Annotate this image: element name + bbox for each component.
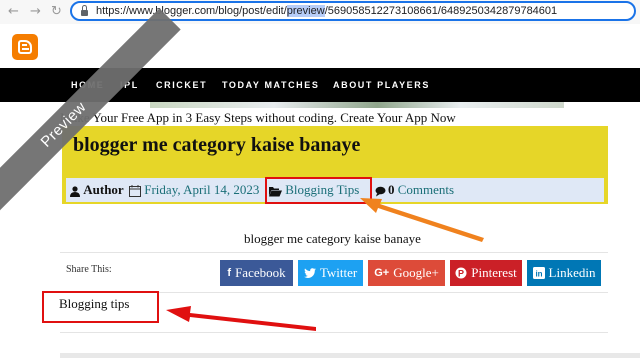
twitter-icon xyxy=(303,268,316,278)
forward-arrow-icon[interactable]: → xyxy=(30,3,41,21)
facebook-share-label: Facebook xyxy=(235,265,286,280)
post-date-text: Friday, April 14, 2023 xyxy=(144,182,260,197)
menu-item-today-matches[interactable]: TODAY MATCHES xyxy=(222,80,319,90)
twitter-share-button[interactable]: Twitter xyxy=(298,260,363,286)
comments-icon xyxy=(375,186,386,197)
comments-label: Comments xyxy=(397,182,455,197)
pinterest-share-button[interactable]: P Pinterest xyxy=(450,260,522,286)
linkedin-icon: in xyxy=(532,267,545,279)
post-date[interactable]: Friday, April 14, 2023 xyxy=(129,182,259,198)
google-plus-icon: G+ xyxy=(374,267,390,279)
post-comments[interactable]: 0 Comments xyxy=(375,182,454,198)
footer-strip xyxy=(60,353,640,358)
divider xyxy=(60,332,608,333)
facebook-icon: f xyxy=(227,267,232,279)
post-author-name: Author xyxy=(83,182,124,197)
post-body: blogger me category kaise banaye xyxy=(244,231,421,246)
facebook-share-button[interactable]: f Facebook xyxy=(220,260,293,286)
divider xyxy=(60,252,608,253)
reload-icon[interactable]: ↻ xyxy=(51,3,62,21)
linkedin-share-label: Linkedin xyxy=(548,265,596,280)
lock-icon xyxy=(81,4,88,16)
menu-item-cricket[interactable]: CRICKET xyxy=(156,80,207,90)
googleplus-share-label: Google+ xyxy=(393,265,439,280)
back-arrow-icon[interactable]: ← xyxy=(8,3,19,21)
url-suffix: /5690585122731086​61/6489250342879784601 xyxy=(324,5,558,17)
pinterest-share-label: Pinterest xyxy=(471,265,517,280)
promo-text[interactable]: Make Your Free App in 3 Easy Steps witho… xyxy=(60,110,456,126)
red-arrow xyxy=(166,306,316,331)
blogger-logo-icon[interactable] xyxy=(12,34,38,60)
share-label: Share This: xyxy=(66,264,112,275)
pinterest-icon: P xyxy=(455,267,467,279)
calendar-icon xyxy=(129,185,141,198)
svg-text:in: in xyxy=(535,270,542,279)
googleplus-share-button[interactable]: G+ Google+ xyxy=(368,260,445,286)
url-highlight: preview xyxy=(286,5,325,17)
browser-toolbar: ← → ↻ https://www.blogger.com/blog/post/… xyxy=(0,0,640,24)
menu-item-about-players[interactable]: ABOUT PLAYERS xyxy=(333,80,430,90)
url-prefix: https://www.blogger.com/blog/post/edit/ xyxy=(96,5,287,17)
header-image xyxy=(150,102,564,108)
post-author: Author xyxy=(70,182,124,198)
user-icon xyxy=(70,185,80,197)
comments-count: 0 xyxy=(388,182,395,197)
twitter-share-label: Twitter xyxy=(319,265,358,280)
category-highlight-box xyxy=(265,177,372,204)
labels-highlight-box xyxy=(42,291,159,323)
linkedin-share-button[interactable]: in Linkedin xyxy=(527,260,601,286)
post-title: blogger me category kaise banaye xyxy=(73,134,361,156)
svg-text:P: P xyxy=(458,268,464,278)
